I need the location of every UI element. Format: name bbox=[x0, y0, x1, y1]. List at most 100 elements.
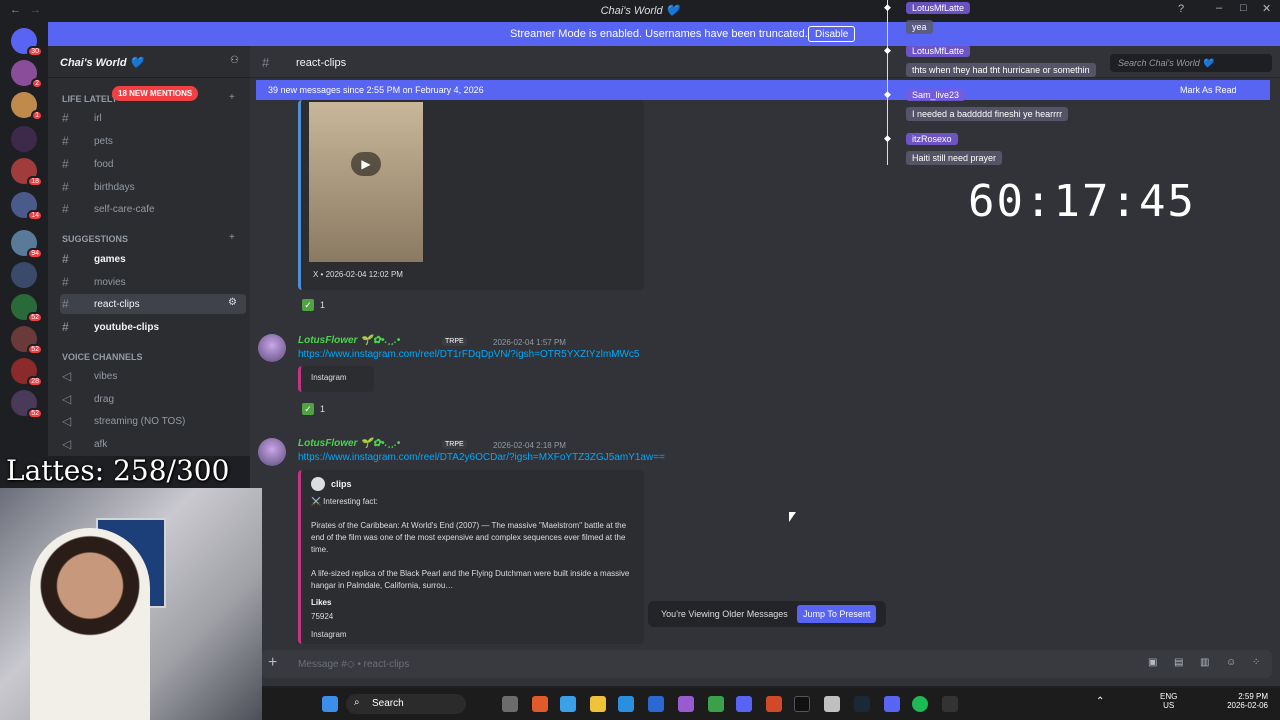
chat-message: yea bbox=[906, 20, 933, 34]
channel-games[interactable]: # games bbox=[60, 249, 246, 269]
message-author[interactable]: LotusFlower 🌱✿•.¸¸.• bbox=[298, 335, 400, 346]
server-icon[interactable]: 2 bbox=[11, 60, 43, 89]
stream-chat-overlay: ◆ LotusMfLatte yea ◆ LotusMfLatte thts w… bbox=[880, 0, 1140, 170]
server-icon[interactable] bbox=[11, 126, 37, 152]
video-thumbnail[interactable]: ▶ bbox=[309, 102, 423, 262]
app-icon[interactable] bbox=[766, 696, 782, 712]
server-icon[interactable]: 94 bbox=[11, 230, 43, 259]
app-icon[interactable] bbox=[824, 696, 840, 712]
server-icon[interactable]: 1 bbox=[11, 92, 43, 121]
speaker-icon: ◁ bbox=[62, 414, 72, 428]
teams-icon[interactable] bbox=[736, 696, 752, 712]
apps-icon[interactable]: ⁘ bbox=[1252, 657, 1260, 668]
app-icon[interactable] bbox=[532, 696, 548, 712]
category-life-lately[interactable]: LIFE LATELY bbox=[62, 94, 118, 104]
channel-birthdays[interactable]: # birthdays bbox=[60, 177, 246, 197]
channel-movies[interactable]: # movies bbox=[60, 272, 246, 292]
edge-icon[interactable] bbox=[618, 696, 634, 712]
windows-taskbar: ⌕ Search ⌃ ENG US 2:59 PM 2026-02-06 bbox=[262, 688, 1280, 720]
taskbar-search[interactable]: ⌕ Search bbox=[346, 694, 466, 714]
server-icon[interactable]: 18 bbox=[11, 158, 43, 187]
channel-pets[interactable]: # pets bbox=[60, 131, 246, 151]
language-indicator[interactable]: ENG US bbox=[1160, 692, 1177, 710]
server-icon[interactable]: 52 bbox=[11, 294, 43, 323]
obs-icon[interactable] bbox=[942, 696, 958, 712]
back-arrow-icon[interactable]: ← bbox=[10, 4, 21, 16]
spotify-icon[interactable] bbox=[912, 696, 928, 712]
diamond-icon: ◆ bbox=[884, 133, 891, 143]
channel-food[interactable]: # food bbox=[60, 154, 246, 174]
task-view-icon[interactable] bbox=[502, 696, 518, 712]
reaction-check[interactable]: ✓ 1 bbox=[302, 299, 325, 317]
gift-icon[interactable]: ▣ bbox=[1148, 657, 1157, 668]
reaction-count: 1 bbox=[320, 404, 326, 414]
minimize-icon[interactable]: – bbox=[1216, 2, 1222, 14]
language-label: ENG bbox=[1160, 692, 1178, 701]
clock[interactable]: 2:59 PM 2026-02-06 bbox=[1224, 692, 1268, 710]
voice-channel-afk[interactable]: ◁ afk bbox=[60, 434, 246, 454]
forward-arrow-icon[interactable]: → bbox=[30, 4, 41, 16]
avatar[interactable] bbox=[258, 334, 286, 362]
channel-sidebar: Chai's World 💙 ⚇ LIFE LATELY + # irl # pet… bbox=[48, 46, 250, 456]
server-icon[interactable]: 28 bbox=[11, 358, 43, 387]
channel-label: self-care-cafe bbox=[94, 204, 155, 215]
message-link[interactable]: https://www.instagram.com/reel/DT1rFDqDp… bbox=[298, 349, 639, 360]
reaction-check[interactable]: ✓ 1 bbox=[302, 403, 325, 421]
channel-react-clips[interactable]: # react-clips ⚙ bbox=[60, 294, 246, 314]
channel-irl[interactable]: # irl bbox=[60, 108, 246, 128]
server-icon[interactable]: 52 bbox=[11, 390, 43, 419]
message-timestamp: 2026-02-04 1:57 PM bbox=[493, 338, 566, 347]
gif-icon[interactable]: ▤ bbox=[1174, 657, 1183, 668]
badge: 2 bbox=[31, 78, 43, 89]
emoji-icon[interactable]: ☺ bbox=[1226, 657, 1236, 668]
message-composer[interactable]: + Message #◇ • react-clips ▣ ▤ ▥ ☺ ⁘ bbox=[262, 650, 1272, 678]
streamer bbox=[30, 528, 150, 720]
discord-icon[interactable] bbox=[884, 696, 900, 712]
message-author[interactable]: LotusFlower 🌱✿•.¸¸.• bbox=[298, 438, 400, 449]
webcam-feed bbox=[0, 488, 262, 720]
add-channel-icon[interactable]: + bbox=[229, 232, 235, 243]
message-input[interactable]: Message #◇ • react-clips bbox=[298, 659, 409, 670]
settings-gear-icon[interactable]: ⚙ bbox=[228, 297, 237, 308]
steam-icon[interactable] bbox=[854, 696, 870, 712]
channel-youtube-clips[interactable]: # youtube-clips bbox=[60, 317, 246, 337]
copilot-icon[interactable] bbox=[560, 696, 576, 712]
file-explorer-icon[interactable] bbox=[590, 696, 606, 712]
new-mentions-pill[interactable]: 18 NEW MENTIONS bbox=[112, 86, 199, 101]
maximize-icon[interactable]: □ bbox=[1240, 2, 1247, 14]
category-suggestions[interactable]: SUGGESTIONS bbox=[62, 234, 128, 244]
play-icon[interactable]: ▶ bbox=[351, 152, 381, 176]
voice-channel-vibes[interactable]: ◁ vibes bbox=[60, 366, 246, 386]
help-icon[interactable]: ? bbox=[1178, 3, 1184, 15]
channel-self-care-cafe[interactable]: # self-care-cafe bbox=[60, 199, 246, 219]
chrome-icon[interactable] bbox=[708, 696, 724, 712]
server-header[interactable]: Chai's World 💙 ⚇ bbox=[48, 46, 250, 78]
start-icon[interactable] bbox=[322, 696, 338, 712]
badge: 52 bbox=[27, 312, 43, 323]
app-icon[interactable] bbox=[678, 696, 694, 712]
voice-channel-streaming[interactable]: ◁ streaming (NO TOS) bbox=[60, 411, 246, 431]
voice-channel-drag[interactable]: ◁ drag bbox=[60, 389, 246, 409]
sticker-icon[interactable]: ▥ bbox=[1200, 657, 1209, 668]
tray-chevron-icon[interactable]: ⌃ bbox=[1096, 696, 1104, 707]
close-window-icon[interactable]: ✕ bbox=[1262, 2, 1271, 15]
server-icon[interactable]: 52 bbox=[11, 326, 43, 355]
jump-to-present-button[interactable]: Jump To Present bbox=[797, 605, 877, 623]
server-icon[interactable] bbox=[11, 262, 37, 288]
server-icon[interactable]: 14 bbox=[11, 192, 43, 221]
discord-home-icon[interactable]: 30 bbox=[11, 28, 43, 57]
mark-as-read-button[interactable]: Mark As Read bbox=[1180, 85, 1237, 95]
message-link[interactable]: https://www.instagram.com/reel/DTA2y6OCD… bbox=[298, 452, 665, 463]
add-channel-icon[interactable]: + bbox=[229, 92, 235, 103]
chat-username: LotusMfLatte bbox=[906, 45, 971, 57]
disable-button[interactable]: Disable bbox=[808, 26, 856, 42]
embed-author[interactable]: clips bbox=[331, 479, 352, 489]
category-voice-channels[interactable]: VOICE CHANNELS bbox=[62, 352, 143, 362]
add-attachment-icon[interactable]: + bbox=[268, 654, 277, 672]
app-icon[interactable] bbox=[648, 696, 664, 712]
avatar[interactable] bbox=[258, 438, 286, 466]
speaker-icon: ◁ bbox=[62, 437, 72, 451]
stream-timer: 60:17:45 bbox=[968, 176, 1196, 227]
tiktok-icon[interactable] bbox=[794, 696, 810, 712]
add-member-icon[interactable]: ⚇ bbox=[230, 55, 239, 66]
